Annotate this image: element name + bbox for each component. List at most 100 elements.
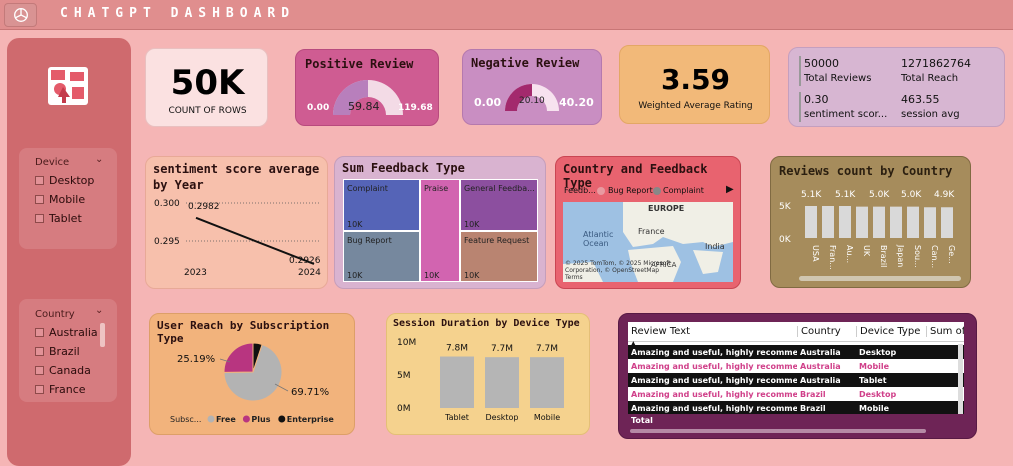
divider [799, 56, 801, 86]
country-item[interactable]: Australia [35, 323, 98, 342]
x-tick-label: Ge... [947, 245, 956, 264]
data-label: 0.2982 [188, 202, 220, 212]
analytics-icon [48, 67, 88, 105]
data-label: 5.1K [801, 190, 822, 200]
bar[interactable] [839, 206, 851, 238]
vertical-scrollbar[interactable] [958, 344, 963, 414]
table-row[interactable]: Amazing and useful, highly recommend. Aus… [628, 359, 964, 373]
checkbox[interactable] [35, 328, 44, 337]
country-item[interactable]: Canada [35, 361, 98, 380]
bar[interactable] [873, 206, 885, 238]
positive-review-card: Positive Review 0.00 59.84 119.68 [295, 49, 439, 126]
negative-gauge [505, 84, 559, 111]
map-place-atlantic: Atlantic Ocean [583, 230, 614, 248]
treemap-cell-praise[interactable]: Praise 10K [420, 179, 460, 282]
sentiment-line-chart: 0.300 0.295 0.2982 0.2926 2023 2024 [154, 199, 321, 278]
bar[interactable] [890, 206, 902, 238]
checkbox[interactable] [35, 176, 44, 185]
table-row[interactable]: Amazing and useful, highly recommend. Aus… [628, 345, 964, 359]
chevron-down-icon[interactable]: ⌄ [95, 305, 103, 316]
legend-label: Enterprise [287, 415, 335, 424]
feedback-treemap-card: Sum Feedback Type Complaint 10K Praise 1… [334, 156, 546, 289]
data-label: 7.7M [536, 344, 558, 354]
table-row[interactable]: Amazing and useful, highly recommend. Bra… [628, 387, 964, 401]
bar[interactable] [856, 206, 868, 238]
bar[interactable] [440, 356, 474, 408]
cell-label: Feature Request [464, 236, 530, 245]
data-label: 7.8M [446, 344, 468, 354]
legend-dot [242, 415, 250, 423]
data-label: 5.1K [835, 190, 856, 200]
device-item[interactable]: Desktop [35, 171, 94, 190]
country-item-label: France [49, 383, 86, 396]
country-item[interactable]: Brazil [35, 342, 98, 361]
treemap-cell-general[interactable]: General Feedba... 10K [460, 179, 538, 231]
total-label: Total [631, 416, 653, 425]
treemap-cell-feature[interactable]: Feature Request 10K [460, 231, 538, 282]
device-slicer: Device ⌄ Desktop Mobile Tablet [19, 148, 117, 249]
table-cell: Amazing and useful, highly recommend. [631, 403, 797, 413]
bar[interactable] [924, 207, 936, 238]
checkbox[interactable] [35, 214, 44, 223]
country-item-label: Brazil [49, 345, 80, 358]
scrollbar[interactable] [100, 323, 105, 347]
bar[interactable] [822, 206, 834, 238]
bar[interactable] [941, 207, 953, 238]
checkbox[interactable] [35, 385, 44, 394]
map-attribution: © 2025 TomTom, © 2025 Microsoft Corporat… [565, 260, 671, 281]
checkbox[interactable] [35, 195, 44, 204]
y-tick-label: 10M [397, 338, 416, 348]
negative-min: 0.00 [474, 96, 502, 109]
device-slicer-label: Device [35, 157, 70, 168]
rows-label: COUNT OF ROWS [168, 106, 247, 116]
y-tick-label: 0.295 [154, 237, 180, 247]
treemap-cell-bug[interactable]: Bug Report 10K [343, 231, 420, 282]
table-cell: Amazing and useful, highly recommend. [631, 361, 797, 371]
device-item[interactable]: Tablet [35, 209, 94, 228]
map-place-india: India [705, 242, 725, 251]
table-cell: Australia [800, 347, 841, 357]
table-row[interactable]: Amazing and useful, highly recommend. Bra… [628, 401, 964, 415]
table-cell: Mobile [859, 361, 890, 371]
cell-label: General Feedba... [464, 184, 535, 193]
pie-slice[interactable] [223, 342, 254, 373]
legend-dot [597, 187, 605, 195]
bar[interactable] [805, 206, 817, 238]
bar[interactable] [530, 357, 564, 408]
cell-value: 10K [464, 220, 480, 229]
device-item-label: Mobile [49, 193, 86, 206]
table-cell: Amazing and useful, highly recommend. [631, 347, 797, 357]
negative-review-card: Negative Review 0.00 20.10 40.20 [462, 49, 602, 125]
map-area[interactable]: EUROPE Atlantic Ocean France India AFRIC… [563, 202, 733, 282]
col-sum[interactable]: Sum of [926, 326, 964, 337]
subscription-pie-card: User Reach by Subscription Type 25.19% 69… [149, 313, 355, 435]
subscription-pie-chart: 25.19% 69.71% Subsc... Free Plus Enterprise [170, 342, 335, 424]
positive-max: 119.68 [398, 103, 433, 113]
bar[interactable] [485, 357, 519, 408]
checkbox[interactable] [35, 347, 44, 356]
play-icon[interactable]: ▶ [726, 184, 734, 195]
cell-label: Praise [424, 184, 449, 193]
table-cell: Australia [800, 361, 841, 371]
total-reviews-value: 50000 [804, 57, 839, 70]
table-row[interactable]: Amazing and useful, highly recommend. Aus… [628, 373, 964, 387]
x-tick-label: Brazil [879, 245, 888, 267]
y-tick-label: 0K [779, 235, 792, 245]
horizontal-scrollbar[interactable] [630, 429, 926, 433]
negative-review-title: Negative Review [471, 56, 580, 70]
total-reviews-label: Total Reviews [804, 73, 872, 84]
x-tick-label: UK [862, 245, 871, 257]
col-device-type[interactable]: Device Type [856, 326, 926, 337]
device-item-label: Tablet [49, 212, 82, 225]
checkbox[interactable] [35, 366, 44, 375]
horizontal-scrollbar[interactable] [799, 276, 961, 281]
col-review-text[interactable]: Review Text [628, 326, 797, 337]
map-legend-bug: Bug Report [608, 186, 653, 195]
bar[interactable] [907, 206, 919, 238]
treemap-cell-complaint[interactable]: Complaint 10K [343, 179, 420, 231]
chevron-down-icon[interactable]: ⌄ [95, 154, 103, 165]
col-country[interactable]: Country [797, 326, 856, 337]
country-item[interactable]: France [35, 380, 98, 399]
device-item-label: Desktop [49, 174, 95, 187]
device-item[interactable]: Mobile [35, 190, 94, 209]
